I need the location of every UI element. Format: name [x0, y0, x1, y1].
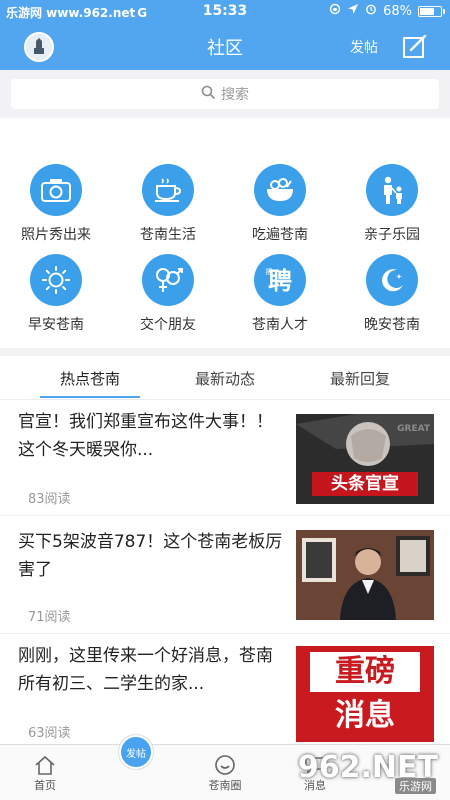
- nav-home-label: 首页: [34, 779, 56, 792]
- tab-bar: 热点苍南 最新动态 最新回复: [0, 356, 450, 400]
- circle-icon: [180, 753, 270, 777]
- sun-icon: [30, 254, 82, 306]
- category-item[interactable]: 照片秀出来: [0, 164, 112, 244]
- parent-child-icon: [366, 164, 418, 216]
- article-thumbnail: [296, 530, 434, 620]
- article-thumbnail: 重磅 消息: [296, 646, 434, 742]
- page-title: 社区: [207, 38, 243, 59]
- category-item[interactable]: 晚安苍南: [336, 254, 448, 334]
- category-label: 亲子乐园: [364, 227, 420, 243]
- article-item[interactable]: 刚刚，这里传来一个好消息，苍南所有初三、二学生的家... 63阅读 重磅 消息: [0, 634, 450, 744]
- battery-percent: 68%: [383, 3, 412, 19]
- edit-icon[interactable]: [402, 34, 428, 60]
- article-reads: 71阅读: [28, 610, 71, 625]
- article-title: 刚刚，这里传来一个好消息，苍南所有初三、二学生的家...: [18, 646, 273, 694]
- category-label: 早安苍南: [28, 317, 84, 333]
- article-thumbnail: 头条官宣 GREAT: [296, 414, 434, 504]
- search-placeholder: 搜索: [221, 87, 249, 103]
- category-label: 苍南人才: [252, 317, 308, 333]
- category-label: 吃遍苍南: [252, 227, 308, 243]
- coffee-cup-icon: [142, 164, 194, 216]
- moon-icon: [366, 254, 418, 306]
- nav-circle[interactable]: 苍南圈: [180, 753, 270, 793]
- salad-bowl-icon: [254, 164, 306, 216]
- watermark-logo: 962.NET 乐游网: [298, 750, 442, 796]
- thumbnail-line-1: 重磅: [310, 652, 420, 692]
- svg-text:招: 招: [266, 267, 273, 276]
- home-icon: [0, 753, 90, 777]
- category-label: 苍南生活: [140, 227, 196, 243]
- nav-circle-label: 苍南圈: [208, 779, 242, 792]
- category-label: 交个朋友: [140, 317, 196, 333]
- camera-icon: [30, 164, 82, 216]
- category-item[interactable]: 交个朋友: [112, 254, 224, 334]
- category-item[interactable]: 吃遍苍南: [224, 164, 336, 244]
- rotation-lock-icon: [329, 3, 341, 19]
- category-label: 晚安苍南: [364, 317, 420, 333]
- search-input[interactable]: 搜索: [11, 79, 439, 109]
- post-fab-button[interactable]: 发帖: [119, 735, 153, 769]
- battery-icon: [418, 5, 445, 17]
- location-icon: [347, 3, 359, 19]
- article-reads: 63阅读: [28, 726, 71, 741]
- article-reads: 83阅读: [28, 492, 71, 507]
- status-icons: 68%: [329, 3, 445, 19]
- search-icon: [201, 85, 215, 103]
- article-title: 官宣！我们郑重宣布这件大事！！这个冬天暖哭你...: [18, 412, 273, 460]
- section-divider: [0, 348, 450, 356]
- article-title: 买下5架波音787！这个苍南老板厉害了: [18, 532, 283, 580]
- category-item[interactable]: 聘招 苍南人才: [224, 254, 336, 334]
- status-bar: 乐游网 www.962.net G 15:33 68%: [0, 0, 450, 24]
- gender-icon: [142, 254, 194, 306]
- tab-hot[interactable]: 热点苍南: [25, 368, 155, 389]
- recruit-icon: 聘招: [254, 254, 306, 306]
- thumbnail-caption: 头条官宣: [331, 474, 399, 494]
- alarm-icon: [365, 3, 377, 19]
- community-screen: 乐游网 www.962.net G 15:33 68% 社区 发帖 搜索 照片秀…: [0, 0, 450, 800]
- category-item[interactable]: 早安苍南: [0, 254, 112, 334]
- category-item[interactable]: 亲子乐园: [336, 164, 448, 244]
- category-item[interactable]: 苍南生活: [112, 164, 224, 244]
- search-area: 搜索: [0, 70, 450, 118]
- active-tab-indicator: [40, 396, 140, 398]
- category-grid: 照片秀出来 苍南生活 吃遍苍南 亲子乐园 早安苍南 交个朋友 聘 招 苍南人才 …: [0, 156, 450, 346]
- top-bar: 乐游网 www.962.net G 15:33 68% 社区 发帖: [0, 0, 450, 70]
- article-item[interactable]: 官宣！我们郑重宣布这件大事！！这个冬天暖哭你... 83阅读 头条官宣 GREA…: [0, 400, 450, 516]
- nav-home[interactable]: 首页: [0, 753, 90, 793]
- article-item[interactable]: 买下5架波音787！这个苍南老板厉害了 71阅读: [0, 516, 450, 634]
- watermark-subtext: 乐游网: [395, 778, 436, 794]
- post-link[interactable]: 发帖: [350, 37, 378, 57]
- nav-bar: 社区 发帖: [0, 24, 450, 70]
- thumbnail-line-2: 消息: [335, 698, 395, 733]
- tab-latest[interactable]: 最新动态: [160, 368, 290, 389]
- thumbnail-badge: GREAT: [397, 424, 430, 434]
- tab-replies[interactable]: 最新回复: [295, 368, 425, 389]
- category-label: 照片秀出来: [21, 227, 91, 243]
